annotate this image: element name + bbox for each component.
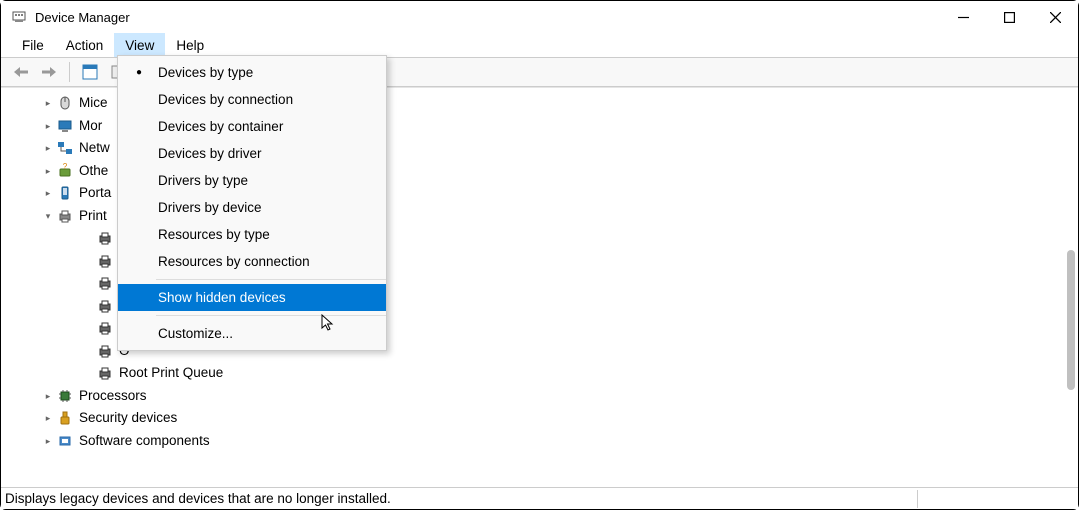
menu-item-label: Resources by connection [158, 254, 310, 269]
menu-item[interactable]: Show hidden devices [118, 284, 386, 311]
other-icon: ? [57, 163, 73, 179]
properties-button[interactable] [78, 60, 102, 84]
printer-item-icon [97, 320, 113, 336]
nav-back-button[interactable] [9, 60, 33, 84]
menu-item[interactable]: Resources by connection [118, 248, 386, 275]
menubar: File Action View Help [1, 33, 1078, 57]
bullet-icon: ● [136, 67, 142, 78]
printer-item-icon [97, 365, 113, 381]
app-icon [11, 9, 27, 25]
tree-item-label: Netw [79, 137, 110, 160]
window-controls [940, 1, 1078, 33]
tree-row[interactable]: ▸ Processors [19, 385, 1078, 408]
expand-arrow-icon[interactable] [81, 276, 95, 290]
tree-item-label: Security devices [79, 407, 177, 430]
menu-item-label: Show hidden devices [158, 290, 286, 305]
expand-arrow-icon[interactable]: ▸ [41, 186, 55, 200]
statusbar-divider [917, 490, 918, 508]
menu-item[interactable]: Devices by container [118, 113, 386, 140]
menu-help[interactable]: Help [165, 33, 215, 57]
network-icon [57, 140, 73, 156]
menu-item[interactable]: ● Devices by type [118, 59, 386, 86]
menu-item[interactable]: Devices by connection [118, 86, 386, 113]
expand-arrow-icon[interactable]: ▸ [41, 164, 55, 178]
expand-arrow-icon[interactable] [81, 366, 95, 380]
expand-arrow-icon[interactable]: ▸ [41, 96, 55, 110]
toolbar-divider [69, 62, 70, 82]
printer-item-icon [97, 230, 113, 246]
printer-icon [57, 208, 73, 224]
tree-item-label: Processors [79, 385, 147, 408]
tree-item-label: Software components [79, 430, 210, 453]
expand-arrow-icon[interactable]: ▸ [41, 411, 55, 425]
portable-icon [57, 185, 73, 201]
menu-item-label: Drivers by device [158, 200, 262, 215]
expand-arrow-icon[interactable] [81, 254, 95, 268]
expand-arrow-icon[interactable] [81, 299, 95, 313]
expand-arrow-icon[interactable] [81, 231, 95, 245]
expand-arrow-icon[interactable]: ▸ [41, 141, 55, 155]
monitor-icon [57, 118, 73, 134]
menu-item-label: Devices by driver [158, 146, 262, 161]
titlebar: Device Manager [1, 1, 1078, 33]
printer-item-icon [97, 253, 113, 269]
menu-separator [156, 315, 386, 316]
statusbar: Displays legacy devices and devices that… [1, 487, 1078, 509]
status-text: Displays legacy devices and devices that… [5, 491, 391, 506]
expand-arrow-icon[interactable]: ▸ [41, 119, 55, 133]
menu-item-label: Devices by connection [158, 92, 293, 107]
view-dropdown: ● Devices by type Devices by connection Dev… [117, 55, 387, 351]
printer-item-icon [97, 275, 113, 291]
tree-row[interactable]: Root Print Queue [19, 362, 1078, 385]
menu-item-label: Devices by container [158, 119, 283, 134]
expand-arrow-icon[interactable]: ▾ [41, 209, 55, 223]
menu-item-label: Customize... [158, 326, 233, 341]
tree-item-label: Mor [79, 115, 102, 138]
tree-row[interactable]: ▸ Software components [19, 430, 1078, 453]
close-button[interactable] [1032, 1, 1078, 33]
tree-item-label: Porta [79, 182, 111, 205]
nav-forward-button[interactable] [37, 60, 61, 84]
expand-arrow-icon[interactable] [81, 344, 95, 358]
svg-text:?: ? [63, 163, 68, 171]
tree-item-label: Root Print Queue [119, 362, 223, 385]
menu-item-label: Drivers by type [158, 173, 248, 188]
tree-item-label: Othe [79, 160, 108, 183]
tree-row[interactable]: ▸ Security devices [19, 407, 1078, 430]
window-title: Device Manager [35, 10, 130, 25]
security-icon [57, 410, 73, 426]
printer-item-icon [97, 343, 113, 359]
menu-file[interactable]: File [11, 33, 55, 57]
menu-item-label: Resources by type [158, 227, 270, 242]
menu-item[interactable]: Drivers by device [118, 194, 386, 221]
menu-view[interactable]: View [114, 33, 165, 57]
tree-item-label: Print [79, 205, 107, 228]
expand-arrow-icon[interactable] [81, 321, 95, 335]
software-icon [57, 433, 73, 449]
mouse-icon [57, 95, 73, 111]
menu-item[interactable]: Resources by type [118, 221, 386, 248]
minimize-button[interactable] [940, 1, 986, 33]
expand-arrow-icon[interactable]: ▸ [41, 389, 55, 403]
menu-separator [156, 279, 386, 280]
vertical-scrollbar[interactable] [1067, 250, 1075, 390]
tree-item-label: Mice [79, 92, 108, 115]
menu-action[interactable]: Action [55, 33, 115, 57]
expand-arrow-icon[interactable]: ▸ [41, 434, 55, 448]
menu-item-label: Devices by type [158, 65, 253, 80]
menu-item[interactable]: Customize... [118, 320, 386, 347]
maximize-button[interactable] [986, 1, 1032, 33]
printer-item-icon [97, 298, 113, 314]
processor-icon [57, 388, 73, 404]
menu-item[interactable]: Drivers by type [118, 167, 386, 194]
menu-item[interactable]: Devices by driver [118, 140, 386, 167]
